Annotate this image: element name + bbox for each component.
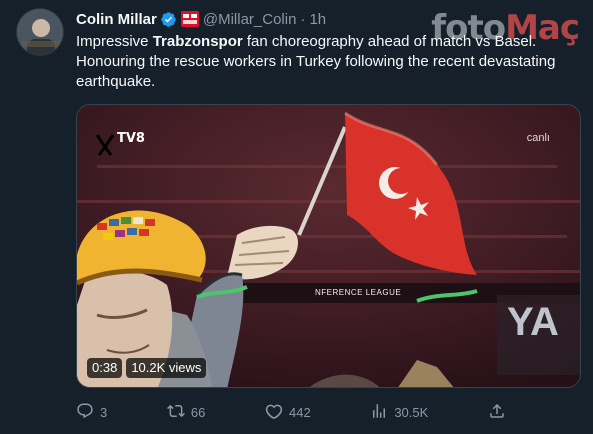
share-button[interactable] (488, 402, 506, 423)
tweet-timestamp[interactable]: 1h (309, 11, 326, 28)
views-count: 30.5K (394, 404, 429, 420)
tweet-actions: 3 66 442 30.5K (76, 402, 506, 422)
heart-icon (265, 402, 283, 423)
author-handle[interactable]: @Millar_Colin (203, 11, 297, 28)
header-separator: · (300, 10, 306, 28)
mention-trabzonspor: Trabzonspor (152, 33, 243, 50)
like-count: 442 (288, 404, 311, 420)
retweet-button[interactable]: 66 (166, 402, 206, 423)
video-meta: 0:38 10.2K views (87, 358, 207, 378)
svg-text:YA: YA (507, 300, 559, 344)
video-player[interactable]: YA TV8 canlı NFERENCE LEAGUE 0:38 10.2K … (76, 104, 581, 388)
video-frame-illustration: YA (77, 105, 580, 387)
affiliate-badge-icon (180, 11, 199, 27)
tweet-card[interactable]: Colin Millar @Millar_Colin · 1h fotoMaç … (0, 0, 593, 434)
author-name[interactable]: Colin Millar (76, 11, 157, 28)
reply-count: 3 (100, 404, 108, 420)
reply-button[interactable]: 3 (76, 402, 107, 423)
share-icon (488, 402, 506, 423)
like-button[interactable]: 442 (265, 402, 311, 423)
views-button[interactable]: 30.5K (370, 402, 428, 423)
author-avatar[interactable] (16, 8, 64, 56)
tweet-text-start: Impressive (76, 33, 153, 50)
banner-text: NFERENCE LEAGUE (315, 288, 402, 297)
video-views: 10.2K views (126, 358, 207, 378)
video-duration: 0:38 (87, 358, 123, 378)
analytics-icon (370, 402, 388, 423)
channel-logo-text: TV8 (117, 131, 145, 146)
verified-icon (160, 11, 177, 28)
channel-logo: TV8 (117, 131, 145, 146)
reply-icon (76, 402, 94, 423)
tweet-header: Colin Millar @Millar_Colin · 1h (76, 9, 326, 29)
retweet-icon (166, 402, 185, 423)
avatar-image (17, 9, 63, 55)
live-label: canlı (526, 132, 550, 144)
tweet-text: Impressive Trabzonspor fan choreography … (76, 32, 581, 92)
retweet-count: 66 (190, 404, 206, 420)
